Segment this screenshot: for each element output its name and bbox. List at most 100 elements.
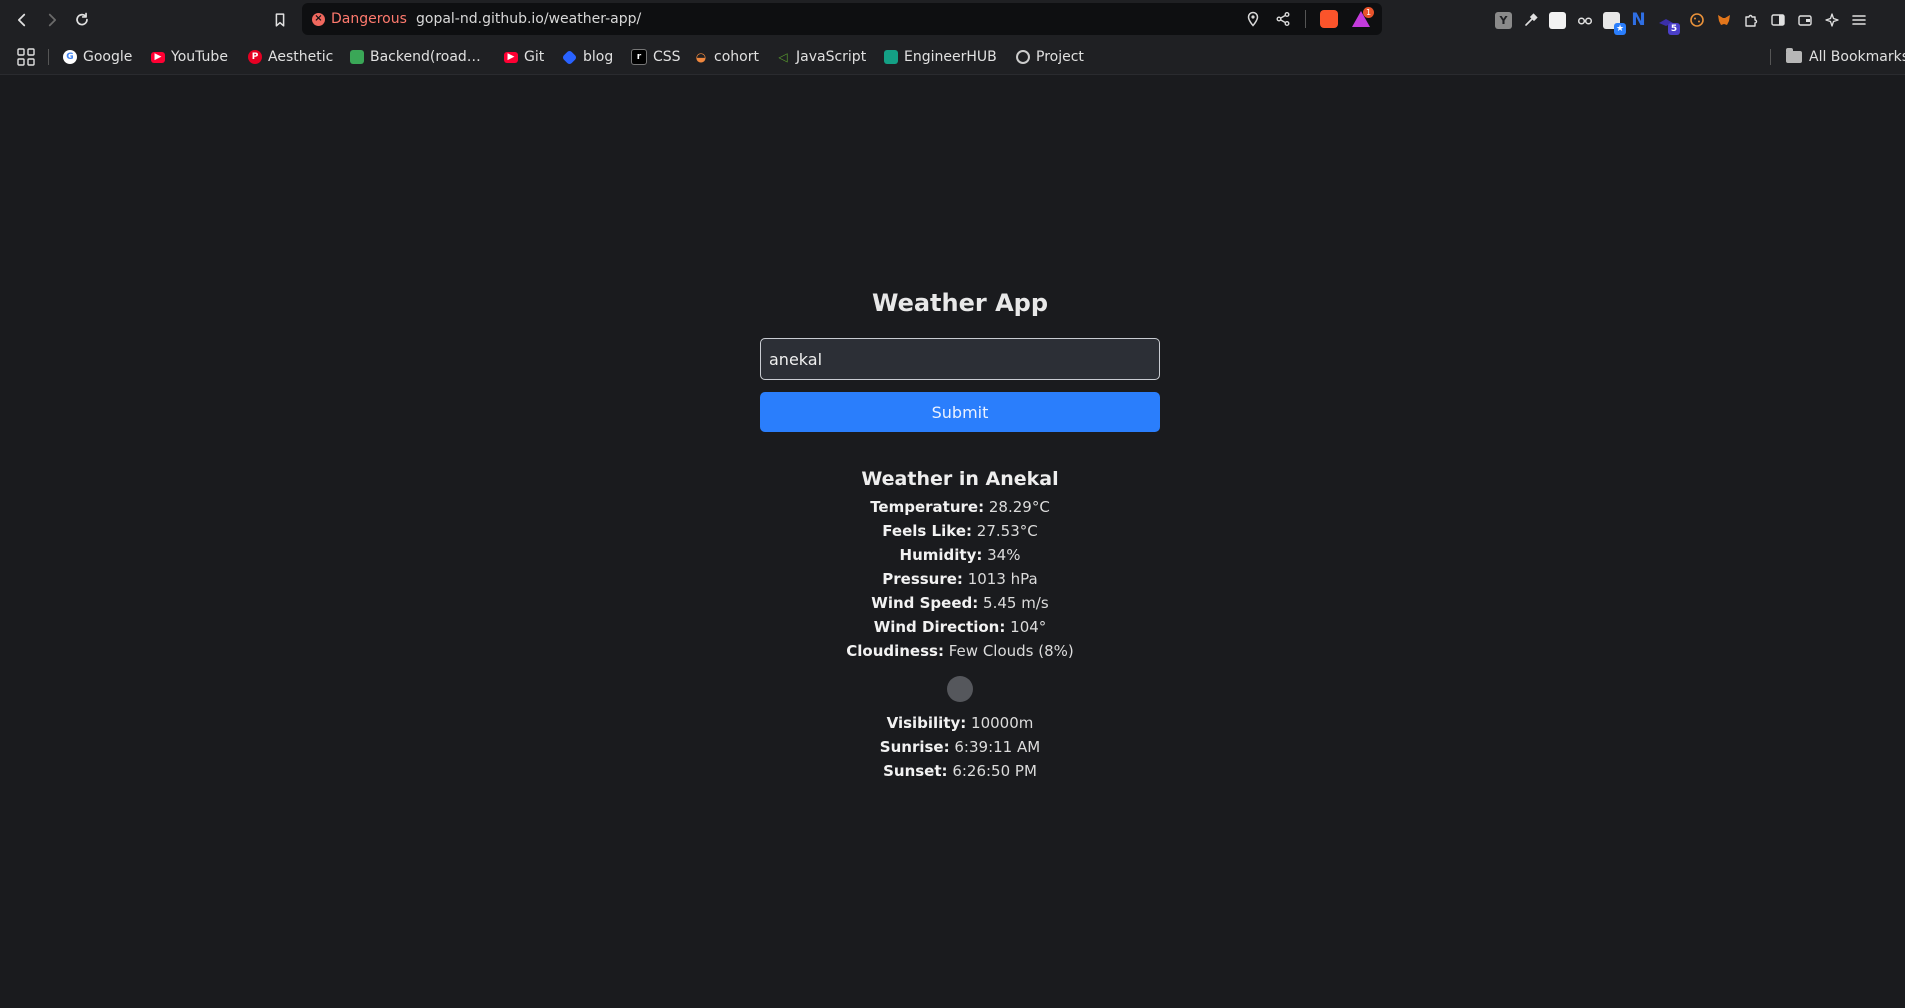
- apps-grid-icon[interactable]: [16, 47, 36, 67]
- pressure-label: Pressure:: [882, 570, 963, 588]
- reload-icon: [76, 12, 88, 26]
- back-button[interactable]: [10, 8, 34, 32]
- page-viewport: Weather App Submit Weather in Anekal Tem…: [0, 75, 1905, 1008]
- bookmark-project[interactable]: Project: [1016, 40, 1084, 74]
- wind-speed-label: Wind Speed:: [871, 594, 979, 612]
- humidity-value: 34%: [987, 546, 1021, 564]
- security-indicator[interactable]: × Dangerous: [312, 3, 407, 35]
- bookmark-cohort[interactable]: ◒ cohort: [694, 40, 759, 74]
- sunset-row: Sunset: 6:26:50 PM: [760, 759, 1160, 783]
- browser-toolbar: × Dangerous gopal-nd.github.io/weather-a…: [0, 0, 1905, 40]
- bookmark-label: EngineerHUB: [904, 49, 997, 65]
- bookmark-label: YouTube: [171, 49, 228, 65]
- bookmark-google[interactable]: G Google: [63, 40, 132, 74]
- eyedropper-icon[interactable]: [1522, 12, 1539, 29]
- wallet-icon[interactable]: [1796, 12, 1813, 29]
- bookmark-engineerhub[interactable]: EngineerHUB: [884, 40, 997, 74]
- metamask-fox-icon[interactable]: [1715, 12, 1732, 29]
- weather-app: Weather App Submit Weather in Anekal Tem…: [760, 285, 1160, 783]
- address-bar[interactable]: × Dangerous gopal-nd.github.io/weather-a…: [302, 3, 1382, 35]
- weather-result: Weather in Anekal Temperature: 28.29°C F…: [760, 466, 1160, 783]
- bookmark-javascript[interactable]: ◁ JavaScript: [776, 40, 866, 74]
- feels-like-value: 27.53°C: [976, 522, 1038, 540]
- wind-direction-row: Wind Direction: 104°: [760, 615, 1160, 639]
- divider: [48, 49, 49, 65]
- bookmark-git[interactable]: ▶ Git: [504, 40, 544, 74]
- divider: [1770, 49, 1771, 65]
- submit-button[interactable]: Submit: [760, 392, 1160, 432]
- wind-direction-value: 104°: [1010, 618, 1047, 636]
- hat-extension-icon[interactable]: 5: [1657, 12, 1680, 35]
- bookmark-backend[interactable]: Backend(road…: [350, 40, 481, 74]
- bookmark-label: CSS: [653, 49, 681, 65]
- location-pin-icon[interactable]: [1245, 11, 1261, 27]
- brave-rewards-icon[interactable]: 1: [1352, 7, 1374, 27]
- bookmark-label: Google: [83, 49, 133, 65]
- css-icon: r: [631, 49, 647, 65]
- pressure-value: 1013 hPa: [967, 570, 1038, 588]
- folder-icon: [1786, 48, 1802, 63]
- bookmarks-bar: G Google ▶ YouTube P Aesthetic Backend(r…: [0, 40, 1905, 75]
- n-extension-icon[interactable]: N: [1630, 10, 1647, 30]
- bookmark-page-button[interactable]: [268, 8, 292, 32]
- leo-ai-icon[interactable]: [1823, 12, 1840, 29]
- cloudiness-row: Cloudiness: Few Clouds (8%): [760, 639, 1160, 663]
- youtube-icon: ▶: [504, 51, 518, 63]
- reload-button[interactable]: [70, 8, 94, 32]
- weather-condition-icon: [947, 676, 973, 702]
- extensions-bar: Y ★ N 5: [1495, 8, 1867, 35]
- cloudiness-value: Few Clouds (8%): [948, 642, 1074, 660]
- image-icon: [350, 50, 364, 64]
- temperature-label: Temperature:: [870, 498, 985, 516]
- cookie-extension-icon[interactable]: [1688, 12, 1705, 29]
- bookmark-css[interactable]: r CSS: [631, 40, 681, 74]
- share-icon[interactable]: [1275, 11, 1291, 27]
- all-bookmarks-label: All Bookmarks: [1809, 49, 1905, 65]
- feels-like-label: Feels Like:: [882, 522, 973, 540]
- puzzle-extensions-icon[interactable]: [1742, 12, 1759, 29]
- url-text[interactable]: gopal-nd.github.io/weather-app/: [416, 3, 641, 35]
- bookmark-blog[interactable]: blog: [561, 40, 613, 74]
- google-icon: G: [63, 50, 77, 64]
- y-extension-icon[interactable]: Y: [1495, 11, 1512, 29]
- forward-arrow-icon: [48, 13, 57, 27]
- address-bar-actions: 1: [1245, 3, 1374, 35]
- sidebar-toggle-icon[interactable]: [1769, 12, 1786, 29]
- all-bookmarks-button[interactable]: All Bookmarks: [1786, 40, 1905, 74]
- bookmark-label: Aesthetic: [268, 49, 334, 65]
- forward-button[interactable]: [40, 8, 64, 32]
- humidity-label: Humidity:: [899, 546, 983, 564]
- wind-direction-label: Wind Direction:: [873, 618, 1006, 636]
- extension-count-badge: 5: [1668, 22, 1680, 35]
- bookmark-youtube[interactable]: ▶ YouTube: [151, 40, 228, 74]
- city-input[interactable]: [760, 338, 1160, 380]
- tab-manager-extension-icon[interactable]: ★: [1603, 11, 1626, 35]
- visibility-row: Visibility: 10000m: [760, 711, 1160, 735]
- notes-extension-icon[interactable]: [1549, 11, 1566, 29]
- sunset-label: Sunset:: [883, 762, 948, 780]
- code-icon: ◁: [778, 50, 788, 64]
- feels-like-row: Feels Like: 27.53°C: [760, 519, 1160, 543]
- app-title: Weather App: [871, 289, 1049, 317]
- bookmark-aesthetic[interactable]: P Aesthetic: [248, 40, 333, 74]
- glasses-extension-icon[interactable]: [1576, 12, 1593, 29]
- bookmark-label: Git: [524, 49, 545, 65]
- sunrise-label: Sunrise:: [879, 738, 950, 756]
- danger-icon: ×: [312, 12, 325, 26]
- engineerhub-icon: [884, 50, 898, 64]
- bookmark-label: Project: [1036, 49, 1084, 65]
- bookmark-label: cohort: [714, 49, 759, 65]
- temperature-value: 28.29°C: [988, 498, 1050, 516]
- temperature-row: Temperature: 28.29°C: [760, 495, 1160, 519]
- pressure-row: Pressure: 1013 hPa: [760, 567, 1160, 591]
- cloudiness-label: Cloudiness:: [846, 642, 944, 660]
- menu-icon[interactable]: [1850, 12, 1867, 29]
- brave-shields-icon[interactable]: [1320, 10, 1338, 28]
- sunrise-row: Sunrise: 6:39:11 AM: [760, 735, 1160, 759]
- cohort-icon: ◒: [695, 50, 707, 64]
- target-icon: [1016, 50, 1030, 64]
- star-badge-icon: ★: [1614, 22, 1626, 35]
- security-label: Dangerous: [331, 11, 407, 27]
- rewards-count-badge: 1: [1363, 7, 1374, 18]
- divider: [1305, 10, 1306, 28]
